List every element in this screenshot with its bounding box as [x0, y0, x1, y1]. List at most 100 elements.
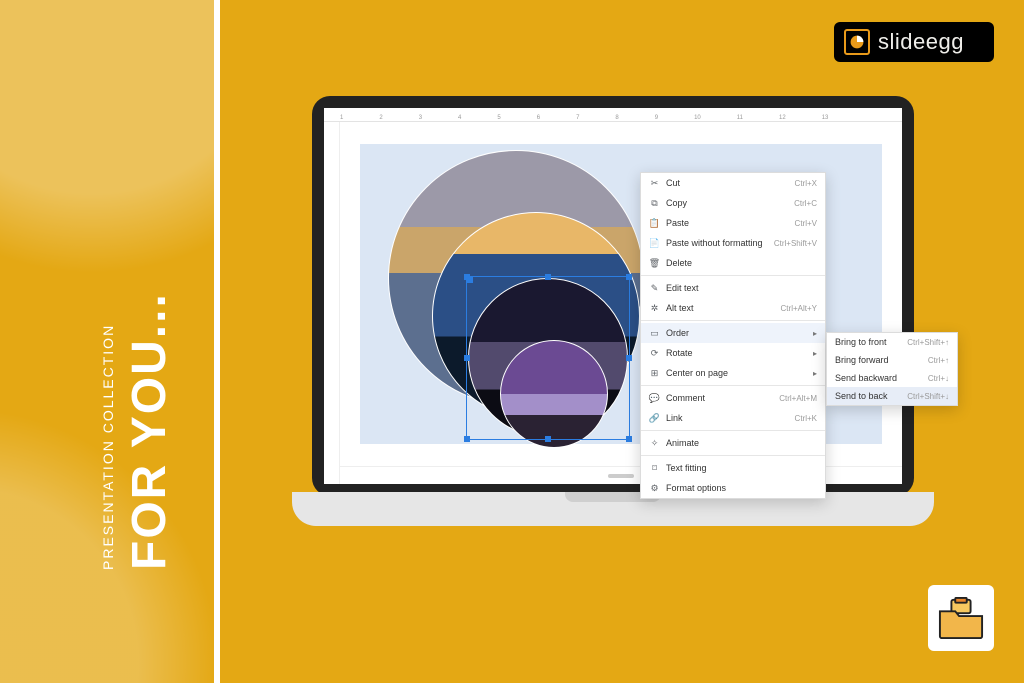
submenu-item-bring-to-front[interactable]: Bring to front Ctrl+Shift+↑	[827, 333, 957, 351]
copy-icon: ⧉	[649, 198, 660, 209]
ruler-mark: 13	[822, 115, 829, 121]
submenu-item-send-to-back[interactable]: Send to back Ctrl+Shift+↓	[827, 387, 957, 405]
menu-item-shortcut: Ctrl+Shift+V	[774, 239, 817, 248]
menu-item-shortcut: Ctrl+C	[794, 199, 817, 208]
ruler-mark: 8	[615, 115, 618, 121]
menu-item-text-fitting[interactable]: ⌑ Text fitting	[641, 458, 825, 478]
menu-item-edit-text[interactable]: ✎ Edit text	[641, 278, 825, 298]
folder-badge	[928, 585, 994, 651]
submenu-item-label: Bring forward	[835, 355, 924, 365]
slideegg-logo[interactable]: slideegg	[834, 22, 994, 62]
menu-item-label: Animate	[666, 438, 817, 448]
menu-item-paste-without-formatting[interactable]: 📄 Paste without formatting Ctrl+Shift+V	[641, 233, 825, 253]
laptop-mockup: 12345678910111213 ✂CutCtrl+X⧉CopyCtrl+C📋…	[292, 96, 934, 544]
menu-item-label: Text fitting	[666, 463, 817, 473]
menu-item-order[interactable]: ▭ Order ▸	[641, 323, 825, 343]
menu-item-shortcut: Ctrl+Alt+Y	[781, 304, 817, 313]
chevron-right-icon: ▸	[813, 369, 817, 378]
submenu-item-send-backward[interactable]: Send backward Ctrl+↓	[827, 369, 957, 387]
headline-block: PRESENTATION COLLECTION FOR YOU...	[100, 292, 177, 570]
menu-item-label: Center on page	[666, 368, 803, 378]
menu-item-rotate[interactable]: ⟳Rotate▸	[641, 343, 825, 363]
menu-item-format-options[interactable]: ⚙ Format options	[641, 478, 825, 498]
ruler-mark: 5	[497, 115, 500, 121]
menu-item-animate[interactable]: ✧ Animate	[641, 433, 825, 453]
order-submenu[interactable]: Bring to front Ctrl+Shift+↑ Bring forward C…	[826, 332, 958, 406]
text-fitting-icon: ⌑	[649, 463, 660, 474]
cut-icon: ✂	[649, 178, 660, 189]
submenu-item-shortcut: Ctrl+↓	[928, 374, 949, 383]
status-handle	[608, 474, 634, 478]
delete-icon: 🗑	[649, 258, 660, 269]
center-icon: ⊞	[649, 368, 660, 379]
app-screen: 12345678910111213 ✂CutCtrl+X⧉CopyCtrl+C📋…	[324, 108, 902, 484]
ruler-mark: 4	[458, 115, 461, 121]
menu-separator	[641, 385, 825, 386]
submenu-item-shortcut: Ctrl+Shift+↓	[907, 392, 949, 401]
left-decorative-panel: PRESENTATION COLLECTION FOR YOU...	[0, 0, 220, 683]
menu-item-shortcut: Ctrl+X	[795, 179, 817, 188]
link-icon: 🔗	[649, 413, 660, 424]
ruler-mark: 9	[655, 115, 658, 121]
format-options-icon: ⚙	[649, 483, 660, 494]
ruler-mark: 7	[576, 115, 579, 121]
menu-item-label: Comment	[666, 393, 773, 403]
menu-item-link[interactable]: 🔗LinkCtrl+K	[641, 408, 825, 428]
slide[interactable]: ✂CutCtrl+X ⧉ Copy Ctrl+C 📋 Paste Ctrl+V 📄 Paste …	[360, 144, 882, 444]
paste-plain-icon: 📄	[649, 238, 660, 249]
slide-thumbnail-rail[interactable]	[324, 122, 340, 484]
submenu-item-label: Send to back	[835, 391, 903, 401]
headline-big: FOR YOU...	[122, 292, 177, 570]
comment-icon: 💬	[649, 393, 660, 404]
submenu-item-label: Send backward	[835, 373, 924, 383]
menu-item-label: Copy	[666, 198, 788, 208]
submenu-item-bring-forward[interactable]: Bring forward Ctrl+↑	[827, 351, 957, 369]
menu-item-label: Order	[666, 328, 803, 338]
menu-item-paste[interactable]: 📋 Paste Ctrl+V	[641, 213, 825, 233]
chevron-right-icon: ▸	[813, 349, 817, 358]
menu-item-label: Edit text	[666, 283, 817, 293]
animate-icon: ✧	[649, 438, 660, 449]
submenu-item-label: Bring to front	[835, 337, 903, 347]
alt-text-icon: ✲	[649, 303, 660, 314]
slide-canvas-area[interactable]: ✂CutCtrl+X ⧉ Copy Ctrl+C 📋 Paste Ctrl+V 📄 Paste …	[340, 122, 902, 466]
menu-item-cut[interactable]: ✂CutCtrl+X	[641, 173, 825, 193]
menu-item-label: Paste	[666, 218, 789, 228]
order-icon: ▭	[649, 328, 660, 339]
menu-item-label: Alt text	[666, 303, 775, 313]
menu-item-copy[interactable]: ⧉ Copy Ctrl+C	[641, 193, 825, 213]
menu-separator	[641, 455, 825, 456]
submenu-item-shortcut: Ctrl+Shift+↑	[907, 338, 949, 347]
ruler-mark: 10	[694, 115, 701, 121]
menu-item-shortcut: Ctrl+K	[795, 414, 817, 423]
logo-text: slideegg	[878, 29, 964, 55]
ruler-mark: 1	[340, 115, 343, 121]
folder-icon	[938, 597, 984, 639]
menu-item-center-on-page[interactable]: ⊞ Center on page ▸	[641, 363, 825, 383]
rotate-icon: ⟳	[649, 348, 660, 359]
headline-small: PRESENTATION COLLECTION	[100, 292, 116, 570]
menu-item-label: Format options	[666, 483, 817, 493]
menu-item-delete[interactable]: 🗑 Delete	[641, 253, 825, 273]
menu-item-alt-text[interactable]: ✲ Alt text Ctrl+Alt+Y	[641, 298, 825, 318]
ruler-mark: 2	[379, 115, 382, 121]
menu-item-shortcut: Ctrl+Alt+M	[779, 394, 817, 403]
submenu-item-shortcut: Ctrl+↑	[928, 356, 949, 365]
ruler-mark: 3	[419, 115, 422, 121]
laptop-bezel: 12345678910111213 ✂CutCtrl+X⧉CopyCtrl+C📋…	[312, 96, 914, 496]
decorative-swoosh	[0, 0, 220, 320]
selection-box[interactable]	[466, 276, 630, 440]
edit-text-icon: ✎	[649, 283, 660, 294]
chevron-right-icon: ▸	[813, 329, 817, 338]
menu-separator	[641, 320, 825, 321]
horizontal-ruler: 12345678910111213	[324, 108, 902, 122]
ruler-mark: 11	[737, 115, 743, 121]
menu-item-comment[interactable]: 💬 Comment Ctrl+Alt+M	[641, 388, 825, 408]
menu-item-label: Delete	[666, 258, 817, 268]
context-menu[interactable]: ✂CutCtrl+X ⧉ Copy Ctrl+C 📋 Paste Ctrl+V 📄 Paste …	[640, 172, 826, 499]
menu-item-label: Paste without formatting	[666, 238, 768, 248]
menu-item-shortcut: Ctrl+V	[795, 219, 817, 228]
ruler-mark: 12	[779, 115, 786, 121]
paste-icon: 📋	[649, 218, 660, 229]
pie-chart-icon	[844, 29, 870, 55]
